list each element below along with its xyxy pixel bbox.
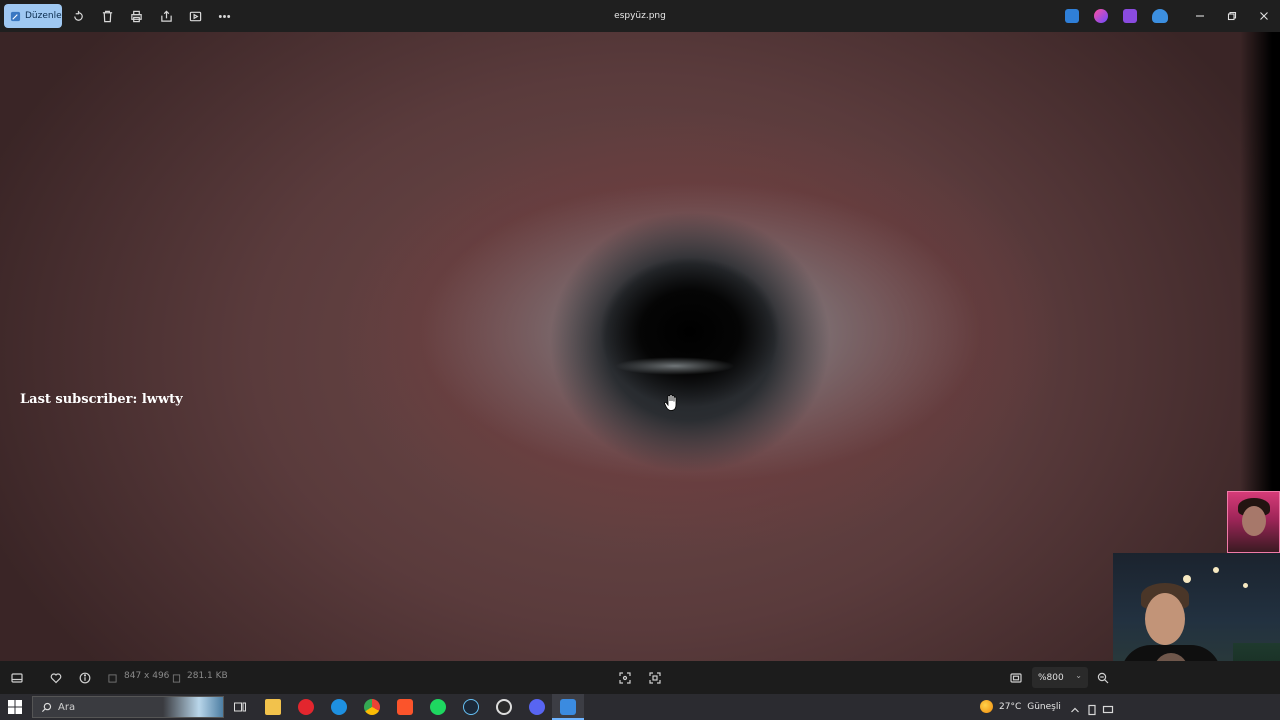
- zoom-out-icon: [1097, 672, 1109, 684]
- filmstrip-button[interactable]: [9, 670, 25, 686]
- restore-button[interactable]: [1216, 0, 1248, 32]
- actual-size-button[interactable]: [617, 670, 633, 686]
- eye-reflection: [615, 357, 735, 375]
- favorite-button[interactable]: [48, 670, 64, 686]
- network-icon[interactable]: [1086, 701, 1098, 716]
- taskbar-search-box[interactable]: Ara: [32, 696, 224, 718]
- heart-icon: [50, 673, 62, 684]
- brave-icon[interactable]: [397, 699, 413, 715]
- zoom-out-button[interactable]: [1095, 670, 1111, 686]
- street-light: [1243, 583, 1248, 588]
- weather-condition: Güneşli: [1027, 701, 1061, 712]
- weather-widget[interactable]: 27°C Güneşli: [980, 700, 1061, 713]
- rotate-icon: [73, 10, 83, 21]
- file-info-button[interactable]: [77, 670, 93, 686]
- focus-icon: [619, 672, 631, 684]
- search-highlight-image: [163, 697, 223, 717]
- photos-app-icon[interactable]: [560, 699, 576, 715]
- clipchamp-icon[interactable]: [1094, 9, 1108, 23]
- sun-icon: [980, 700, 993, 713]
- minimize-button[interactable]: [1184, 0, 1216, 32]
- print-icon: [130, 10, 142, 22]
- tray-overflow-button[interactable]: [1069, 701, 1081, 713]
- weather-temperature: 27°C: [999, 701, 1022, 712]
- edit-button[interactable]: Düzenle: [4, 4, 62, 28]
- fit-window-icon: [1010, 673, 1022, 683]
- task-view-icon[interactable]: [233, 700, 247, 714]
- share-icon: [160, 10, 172, 22]
- volume-icon[interactable]: [1102, 701, 1114, 714]
- street-light: [1183, 575, 1191, 583]
- search-placeholder: Ara: [58, 701, 76, 713]
- designer-app-icon[interactable]: [1065, 9, 1079, 23]
- chevron-up-icon: [1071, 707, 1079, 713]
- street-light: [1213, 567, 1219, 573]
- rotate-button[interactable]: [68, 6, 88, 26]
- network-icon: [1088, 704, 1096, 716]
- spotify-icon[interactable]: [430, 699, 446, 715]
- fit-to-window-button[interactable]: [1008, 670, 1024, 686]
- slideshow-button[interactable]: [185, 6, 205, 26]
- more-options-button[interactable]: [214, 6, 234, 26]
- edit-button-label: Düzenle: [25, 11, 62, 21]
- obs-icon[interactable]: [496, 699, 512, 715]
- window-title: espyüz.png: [614, 11, 666, 21]
- zoom-level-value: %800: [1038, 672, 1064, 683]
- image-canvas[interactable]: Last subscriber: lwwty: [0, 32, 1280, 661]
- chrome-icon[interactable]: [364, 699, 380, 715]
- delete-button[interactable]: [97, 6, 117, 26]
- more-icon: [218, 14, 230, 18]
- share-button[interactable]: [156, 6, 176, 26]
- windows-taskbar: Ara 27°C Güneşli: [0, 694, 1280, 720]
- webcam-face: [1242, 506, 1266, 536]
- filmstrip-icon: [11, 673, 23, 683]
- webcam-face: [1145, 593, 1185, 645]
- steam-icon[interactable]: [463, 699, 479, 715]
- slideshow-icon: [189, 11, 201, 21]
- windows-start-icon[interactable]: [8, 700, 22, 714]
- stream-overlay-text: Last subscriber: lwwty: [20, 392, 183, 407]
- edit-icon: [10, 11, 21, 21]
- scan-icon: [649, 672, 661, 684]
- image-dimensions: 847 x 496: [124, 671, 170, 681]
- chevron-down-icon: ⌄: [1075, 671, 1082, 680]
- file-explorer-icon[interactable]: [265, 699, 281, 715]
- hand-cursor-icon: [664, 394, 677, 411]
- onedrive-icon[interactable]: [1152, 9, 1168, 23]
- title-bar: Düzenle espyüz.png: [0, 0, 1280, 32]
- status-bar: 847 x 496 281.1 KB %800 ⌄: [0, 661, 1280, 694]
- discord-icon[interactable]: [529, 699, 545, 715]
- dimensions-icon: [108, 674, 117, 683]
- close-button[interactable]: [1248, 0, 1280, 32]
- skype-icon[interactable]: [331, 699, 347, 715]
- monitor-icon: [1102, 705, 1114, 714]
- print-button[interactable]: [126, 6, 146, 26]
- restore-icon: [1227, 11, 1237, 21]
- close-icon: [1260, 12, 1268, 20]
- video-editor-icon[interactable]: [1123, 9, 1137, 23]
- opera-icon[interactable]: [298, 699, 314, 715]
- crop-region-button[interactable]: [647, 670, 663, 686]
- minimize-icon: [1196, 15, 1204, 17]
- file-size-icon: [172, 674, 181, 683]
- search-icon: [41, 702, 52, 712]
- webcam-overlay-small: [1227, 491, 1280, 553]
- trash-icon: [102, 10, 112, 22]
- zoom-level-dropdown[interactable]: %800 ⌄: [1032, 667, 1088, 688]
- info-icon: [79, 672, 91, 684]
- file-size: 281.1 KB: [187, 671, 228, 681]
